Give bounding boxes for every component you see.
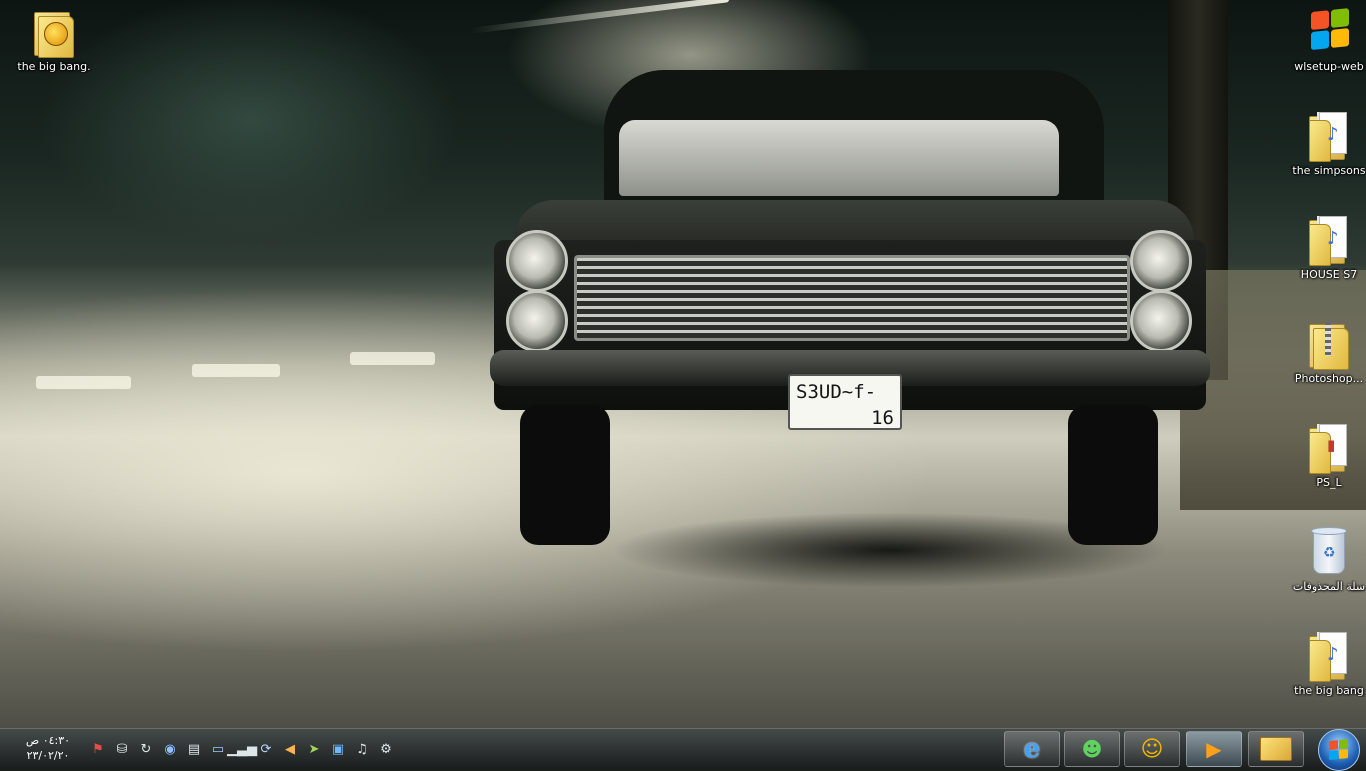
car-tire <box>520 405 610 545</box>
sync-icon[interactable]: ⟳ <box>256 739 276 759</box>
speaker-muted-icon[interactable]: ◀ <box>280 739 300 759</box>
start-button[interactable] <box>1318 729 1360 771</box>
internet-explorer-icon: e <box>1023 734 1041 764</box>
music-note-icon: ♪ <box>1327 644 1339 665</box>
desktop-icon-label: HOUSE S7 <box>1300 268 1358 281</box>
desktop-icon-the-big-bang[interactable]: ♪ the big bang <box>1284 630 1366 697</box>
desktop-icon-recycle-bin[interactable]: ♻ سلة المحذوفات <box>1284 526 1366 593</box>
music-folder-icon: ♪ <box>1305 110 1353 162</box>
clipboard-icon[interactable]: ▤ <box>184 739 204 759</box>
car-windshield <box>619 120 1059 196</box>
desktop-icon-label: the simpsons <box>1292 164 1366 177</box>
signal-bars-icon[interactable]: ▁▃▅ <box>227 739 257 759</box>
taskbar-media-player[interactable]: ▶ <box>1186 731 1242 767</box>
music-note-icon: ♪ <box>1327 228 1339 249</box>
desktop-icon-label: سلة المحذوفات <box>1292 580 1366 593</box>
car-headlight <box>506 230 568 292</box>
vintage-car: S3UD~f- 16 <box>490 70 1210 545</box>
music-folder-icon: ♪ <box>1305 214 1353 266</box>
windows-logo-icon <box>1305 6 1353 56</box>
messenger-icon: ☻ <box>1081 737 1103 761</box>
monitor-icon[interactable]: ▭ <box>208 739 228 759</box>
explorer-folder-icon <box>1260 737 1292 761</box>
music-folder-icon: ♪ <box>1305 630 1353 682</box>
plate-line-1: S3UD~f- <box>796 381 877 403</box>
arrow-tray-icon[interactable]: ➤ <box>304 739 324 759</box>
media-player-icon: ▶ <box>1206 737 1222 761</box>
clock-date: ٢٣/٠٢/٢٠ <box>26 749 70 762</box>
desktop-icon-the-simpsons[interactable]: ♪ the simpsons <box>1284 110 1366 177</box>
taskbar-messenger[interactable]: ☻ <box>1064 731 1120 767</box>
game-icon: ☺ <box>1140 736 1164 762</box>
lane-marking <box>350 352 435 365</box>
flag-error-icon[interactable]: ⚑ <box>88 739 108 759</box>
lane-marking <box>192 364 280 377</box>
zipper-icon <box>1325 322 1331 356</box>
plate-line-2: 16 <box>871 407 894 429</box>
volume-icon[interactable]: ♫ <box>352 739 372 759</box>
desktop-icon-label: wlsetup-web <box>1294 60 1364 73</box>
refresh-icon[interactable]: ↻ <box>136 739 156 759</box>
folder-icon <box>30 6 78 58</box>
car-tire <box>1068 405 1158 545</box>
desktop-icon-wlsetup-web[interactable]: wlsetup-web <box>1284 6 1366 73</box>
zip-folder-icon <box>1305 318 1353 370</box>
recycle-bin-icon: ♻ <box>1305 526 1353 576</box>
desktop-icon-label: the big bang. <box>17 60 91 73</box>
car-grille <box>574 255 1130 341</box>
desktop-icon-ps-l[interactable]: ▮ PS_L <box>1284 422 1366 489</box>
desktop-icon-label: the big bang <box>1294 684 1364 697</box>
lane-marking <box>36 376 131 389</box>
license-plate: S3UD~f- 16 <box>788 374 902 430</box>
clock-time: ٠٤:٣٠ ص <box>25 734 71 747</box>
desktop-icon-label: PS_L <box>1316 476 1342 489</box>
document-folder-icon: ▮ <box>1305 422 1353 474</box>
taskbar-game[interactable]: ☺ <box>1124 731 1180 767</box>
desktop-icon-house-s7[interactable]: ♪ HOUSE S7 <box>1284 214 1366 281</box>
recycle-symbol-icon: ♻ <box>1323 545 1336 561</box>
taskbar-internet-explorer[interactable]: e <box>1004 731 1060 767</box>
car-headlight <box>1130 230 1192 292</box>
desktop-icon-the-big-bang-dot[interactable]: the big bang. <box>9 6 99 73</box>
car-headlight <box>506 290 568 352</box>
settings-tray-icon[interactable]: ⚙ <box>376 739 396 759</box>
taskbar-explorer[interactable] <box>1248 731 1304 767</box>
desktop-icon-label: Photoshop... <box>1294 372 1364 385</box>
desktop-wallpaper: S3UD~f- 16 <box>0 0 1366 728</box>
car-headlight <box>1130 290 1192 352</box>
music-note-icon: ♪ <box>1327 124 1339 145</box>
usb-icon[interactable]: ⛁ <box>112 739 132 759</box>
image-file-icon: ▮ <box>1327 436 1336 454</box>
taskbar: ٠٤:٣٠ ص ٢٣/٠٢/٢٠ ⚑ ⛁ ↻ ◉ ▤ ▭ ▁▃▅ ⟳ ◀ ➤ ▣… <box>0 728 1366 771</box>
windows-start-icon <box>1329 739 1349 761</box>
network-icon[interactable]: ▣ <box>328 739 348 759</box>
notification-tray: ⚑ ⛁ ↻ ◉ ▤ ▭ ▁▃▅ ⟳ ◀ ➤ ▣ ♫ ⚙ <box>88 739 396 761</box>
media-disc-icon[interactable]: ◉ <box>160 739 180 759</box>
desktop-icon-photoshop[interactable]: Photoshop... <box>1284 318 1366 385</box>
cartoon-face-icon <box>44 22 68 46</box>
taskbar-clock[interactable]: ٠٤:٣٠ ص ٢٣/٠٢/٢٠ <box>18 733 78 763</box>
